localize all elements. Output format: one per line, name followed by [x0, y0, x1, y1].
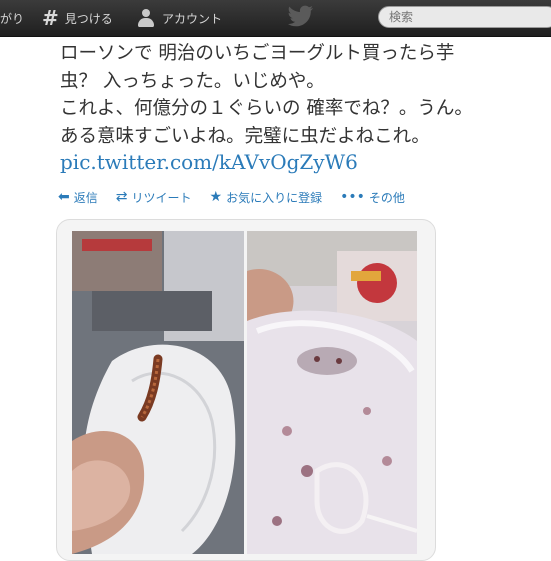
- favorite-label: お気に入りに登録: [226, 190, 323, 205]
- nav-account-label: アカウント: [162, 11, 223, 26]
- nav-item-account[interactable]: アカウント: [136, 0, 222, 36]
- reply-arrow-icon: ⬅: [58, 189, 70, 205]
- tweet-line: 虫？ 入っちょった。いじめや。: [60, 70, 325, 92]
- retweet-label: リツイート: [131, 190, 192, 205]
- nav-discover-label: 見つける: [64, 11, 113, 26]
- photo-left-image: [72, 231, 244, 554]
- nav-cut-label: がり: [0, 11, 25, 26]
- reply-label: 返信: [73, 190, 98, 205]
- more-button[interactable]: ••• その他: [340, 189, 405, 206]
- tweet-line: これよ、何億分の１ぐらいの 確率でね？。うん。: [60, 98, 473, 119]
- photo-right-image: [247, 231, 417, 554]
- ellipsis-icon: •••: [340, 189, 365, 205]
- tweet-actions: ⬅ 返信 ⇄ リツイート ★ お気に入りに登録 ••• その他: [58, 187, 423, 207]
- person-icon: [136, 8, 156, 28]
- search-input[interactable]: [378, 6, 551, 28]
- nav-item-cut-off[interactable]: がり: [0, 0, 24, 36]
- bird-icon[interactable]: [288, 5, 314, 27]
- favorite-button[interactable]: ★ お気に入りに登録: [210, 189, 323, 206]
- tweet-text: ローソンで 明治のいちごヨーグルト買ったら芋 虫？ 入っちょった。いじめや。 こ…: [60, 40, 540, 150]
- tweet-media-link[interactable]: pic.twitter.com/kAVvOgZyW6: [60, 150, 358, 174]
- hash-icon: #: [42, 6, 59, 30]
- tweet-line: ある意味すごいよね。完璧に虫だよねこれ。: [60, 125, 430, 147]
- nav-item-discover[interactable]: # 見つける: [42, 0, 113, 36]
- photo-worm-in-tissue[interactable]: [72, 231, 244, 554]
- photo-yogurt-cup[interactable]: [247, 231, 417, 554]
- retweet-icon: ⇄: [115, 189, 128, 205]
- star-icon: ★: [209, 189, 223, 205]
- top-navigation-bar: がり # 見つける アカウント: [0, 0, 551, 37]
- more-label: その他: [368, 190, 405, 205]
- retweet-button[interactable]: ⇄ リツイート: [116, 189, 192, 206]
- tweet-line: ローソンで 明治のいちごヨーグルト買ったら芋: [60, 43, 455, 64]
- reply-button[interactable]: ⬅ 返信: [58, 189, 98, 206]
